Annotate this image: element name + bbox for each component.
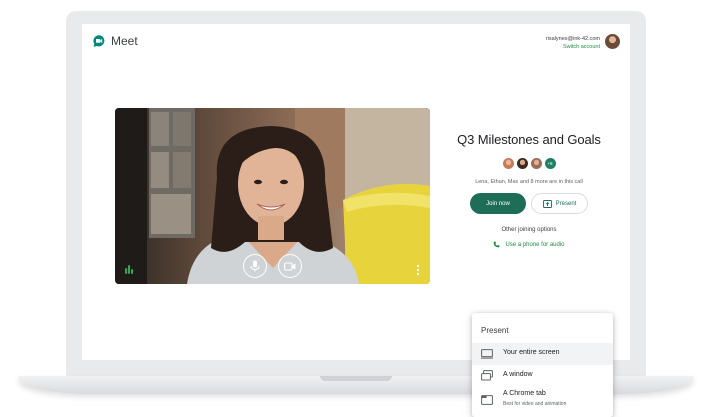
present-menu-title: Present — [481, 326, 509, 335]
menu-item-chrome-tab[interactable]: A Chrome tab Best for video and animatio… — [472, 387, 613, 417]
laptop-notch — [320, 376, 392, 381]
mic-toggle-button[interactable] — [243, 254, 267, 278]
more-vert-icon[interactable] — [416, 264, 420, 276]
join-now-button[interactable]: Join now — [470, 193, 526, 214]
meeting-info-panel: Q3 Milestones and Goals +8 Lena, Ethan, … — [448, 132, 610, 248]
present-menu: Present Your entire screen A window A Ch… — [472, 313, 613, 417]
present-button[interactable]: Present — [531, 193, 588, 214]
phone-icon — [494, 241, 500, 248]
in-call-text: Lena, Ethan, Max and 8 more are in this … — [475, 179, 583, 185]
camera-feed-image — [115, 108, 430, 284]
camera-toggle-button[interactable] — [278, 254, 302, 278]
monitor-icon — [481, 349, 493, 359]
switch-account-link[interactable]: Switch account — [546, 43, 600, 51]
video-preview — [115, 108, 430, 284]
use-phone-label: Use a phone for audio — [505, 241, 565, 248]
meeting-title: Q3 Milestones and Goals — [457, 132, 601, 147]
menu-item-label: A Chrome tab — [503, 390, 546, 397]
more-participants-badge: +8 — [544, 158, 556, 169]
menu-item-entire-screen[interactable]: Your entire screen — [472, 343, 613, 365]
meet-logo-icon — [93, 35, 105, 47]
participants-row: +8 — [448, 158, 610, 169]
window-icon — [481, 370, 493, 381]
menu-item-label: Your entire screen — [503, 349, 560, 356]
menu-item-label: A window — [503, 371, 533, 378]
present-button-label: Present — [555, 200, 577, 207]
account-info: risalynes@ink-42.com Switch account — [546, 35, 600, 51]
audio-level-icon — [125, 265, 133, 274]
present-screen-icon — [542, 199, 552, 208]
stage: Meet risalynes@ink-42.com Switch account — [0, 0, 708, 417]
camera-icon — [284, 261, 296, 271]
app-name: Meet — [111, 34, 138, 48]
participant-avatar — [530, 158, 542, 169]
account-email: risalynes@ink-42.com — [545, 36, 600, 42]
menu-item-window[interactable]: A window — [472, 365, 613, 387]
participant-avatar — [502, 158, 514, 169]
participant-avatar — [516, 158, 528, 169]
menu-item-sublabel: Best for video and animation — [503, 401, 567, 407]
use-phone-link[interactable]: Use a phone for audio — [448, 241, 610, 248]
tab-icon — [481, 395, 493, 405]
microphone-icon — [250, 260, 260, 272]
brand[interactable]: Meet — [92, 34, 138, 48]
join-actions: Join now Present — [448, 193, 610, 214]
avatar[interactable] — [605, 34, 620, 49]
other-joining-options-link[interactable]: Other joining options — [448, 227, 610, 233]
